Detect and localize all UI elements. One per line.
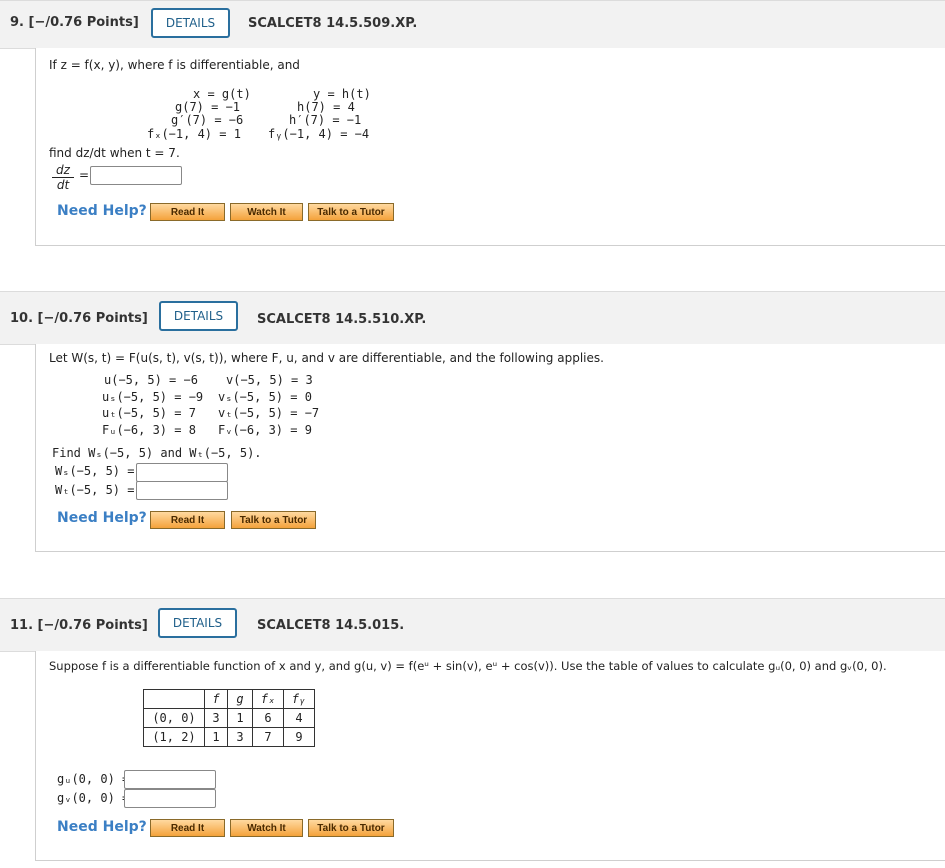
table-header-blank: [143, 689, 205, 709]
q9-need-help-label: Need Help?: [57, 203, 147, 219]
q10-ws-answer-input[interactable]: [136, 463, 228, 482]
question-9-find: find dz/dt when t = 7.: [49, 146, 180, 160]
table-cell: 7: [252, 727, 284, 747]
table-header-fx: fₓ: [252, 689, 284, 709]
q9-watch-it-button[interactable]: Watch It: [230, 203, 303, 221]
q10-given-right-1: v(−5, 5) = 3: [226, 373, 313, 387]
q10-given-left-4: Fᵤ(−6, 3) = 8: [102, 423, 196, 437]
table-cell: 4: [283, 708, 315, 728]
table-header-fy: fᵧ: [283, 689, 315, 709]
table-header-g: g: [227, 689, 253, 709]
table-cell: 6: [252, 708, 284, 728]
table-row: (0, 0) 3 1 6 4: [143, 708, 315, 728]
q9-read-it-button[interactable]: Read It: [150, 203, 225, 221]
question-9-intro: If z = f(x, y), where f is differentiabl…: [49, 58, 300, 72]
table-cell: 3: [227, 727, 253, 747]
question-10-details-button[interactable]: DETAILS: [159, 301, 238, 331]
q11-talk-to-tutor-button[interactable]: Talk to a Tutor: [308, 819, 394, 837]
table-row: (1, 2) 1 3 7 9: [143, 727, 315, 747]
q10-given-left-3: uₜ(−5, 5) = 7: [102, 406, 196, 420]
q11-gv-label: gᵥ(0, 0) =: [57, 791, 130, 805]
question-11-number: 11. [−/0.76 Points]: [10, 618, 148, 633]
question-11-intro: Suppose f is a differentiable function o…: [49, 659, 887, 673]
q9-frac-denominator: dt: [56, 178, 70, 192]
question-9-header: [0, 0, 945, 49]
q9-talk-to-tutor-button[interactable]: Talk to a Tutor: [308, 203, 394, 221]
values-table-header-row: f g fₓ fᵧ: [143, 689, 315, 709]
question-10-intro: Let W(s, t) = F(u(s, t), v(s, t)), where…: [49, 351, 604, 365]
q10-wt-label: Wₜ(−5, 5) =: [55, 483, 135, 497]
q11-read-it-button[interactable]: Read It: [150, 819, 225, 837]
q10-given-right-4: Fᵥ(−6, 3) = 9: [218, 423, 312, 437]
question-11-details-button[interactable]: DETAILS: [158, 608, 237, 638]
q10-talk-to-tutor-button[interactable]: Talk to a Tutor: [231, 511, 316, 529]
q10-need-help-label: Need Help?: [57, 510, 147, 526]
table-cell: 1: [227, 708, 253, 728]
q10-ws-label: Wₛ(−5, 5) =: [55, 464, 135, 478]
q11-gu-answer-input[interactable]: [124, 770, 216, 789]
q11-gu-label: gᵤ(0, 0) =: [57, 772, 130, 786]
question-9-code: SCALCET8 14.5.509.XP.: [248, 16, 418, 31]
q10-given-left-1: u(−5, 5) = −6: [104, 373, 198, 387]
q9-frac-numerator: dz: [52, 163, 74, 178]
q9-given-left-1: x = g(t): [193, 87, 251, 101]
q9-dzdt-answer-input[interactable]: [90, 166, 182, 185]
table-cell: 9: [283, 727, 315, 747]
q9-equals: =: [79, 168, 90, 182]
table-header-f: f: [204, 689, 228, 709]
q9-given-right-3: h′(7) = −1: [289, 113, 362, 127]
question-9-number: 9. [−/0.76 Points]: [10, 15, 139, 30]
q10-given-right-2: vₛ(−5, 5) = 0: [218, 390, 312, 404]
table-cell: 1: [204, 727, 228, 747]
q9-given-right-1: y = h(t): [313, 87, 371, 101]
q11-watch-it-button[interactable]: Watch It: [230, 819, 303, 837]
q9-given-left-4: fₓ(−1, 4) = 1: [147, 127, 241, 141]
table-cell-point: (1, 2): [143, 727, 205, 747]
q11-need-help-label: Need Help?: [57, 819, 147, 835]
values-table: f g fₓ fᵧ (0, 0) 3 1 6 4 (1, 2) 1 3 7 9: [143, 689, 315, 747]
question-11-code: SCALCET8 14.5.015.: [257, 618, 405, 633]
question-10-code: SCALCET8 14.5.510.XP.: [257, 312, 427, 327]
q9-given-left-3: g′(7) = −6: [171, 113, 244, 127]
q10-given-right-3: vₜ(−5, 5) = −7: [218, 406, 320, 420]
q11-gv-answer-input[interactable]: [124, 789, 216, 808]
q9-given-right-2: h(7) = 4: [297, 100, 355, 114]
q9-given-right-4: fᵧ(−1, 4) = −4: [268, 127, 370, 141]
q10-read-it-button[interactable]: Read It: [150, 511, 225, 529]
question-10-number: 10. [−/0.76 Points]: [10, 311, 148, 326]
q10-wt-answer-input[interactable]: [136, 481, 228, 500]
table-cell-point: (0, 0): [143, 708, 205, 728]
question-9-details-button[interactable]: DETAILS: [151, 8, 230, 38]
q9-derivative-fraction: dz dt: [52, 163, 74, 192]
table-cell: 3: [204, 708, 228, 728]
q10-given-left-2: uₛ(−5, 5) = −9: [102, 390, 204, 404]
question-10-find: Find Wₛ(−5, 5) and Wₜ(−5, 5).: [52, 446, 262, 460]
q9-given-left-2: g(7) = −1: [175, 100, 241, 114]
